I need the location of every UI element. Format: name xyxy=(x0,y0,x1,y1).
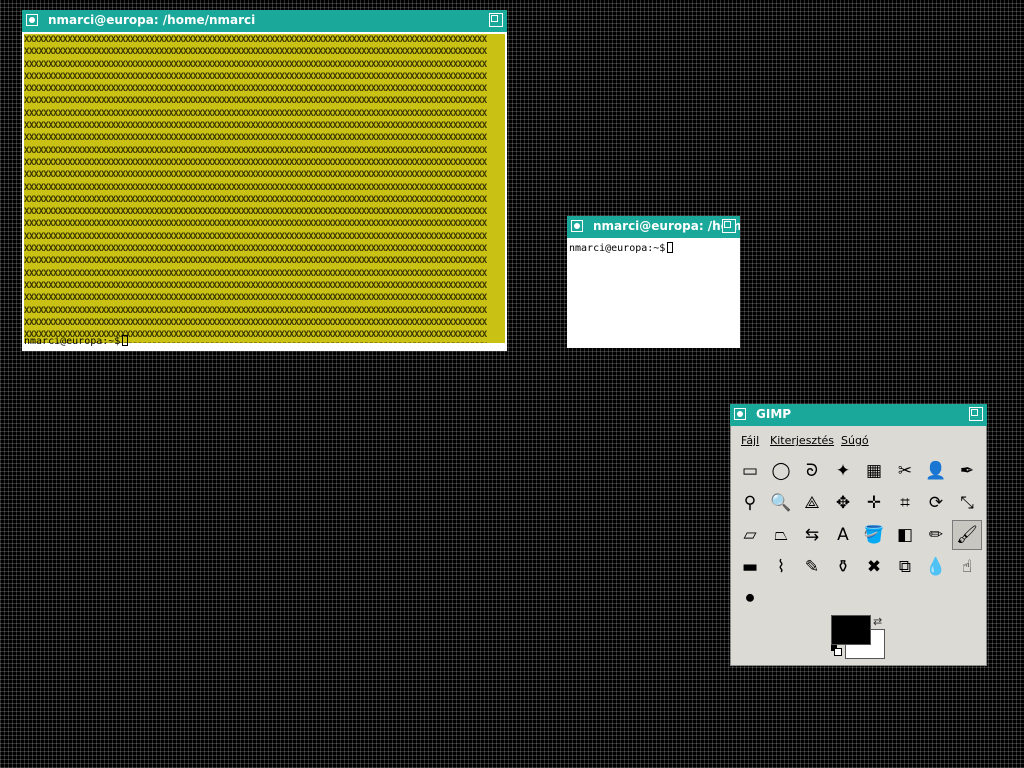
tool-button[interactable]: ✂ xyxy=(890,456,920,486)
tool-button[interactable]: 💧 xyxy=(921,552,951,582)
scissors-icon: ✂ xyxy=(897,460,913,481)
magic-wand-icon: ✦ xyxy=(835,460,851,481)
foreground-select-icon: 👤 xyxy=(925,460,947,481)
reset-colors-icon[interactable] xyxy=(831,645,842,656)
terminal-window-small[interactable]: nmarci@europa: /hom nmarci@europa:~$ xyxy=(567,216,740,348)
terminal-pattern-area: XXXXXXXXXXXXXXXXXXXXXXXXXXXXXXXXXXXXXXXX… xyxy=(24,34,505,343)
tool-button[interactable]: A xyxy=(828,520,858,550)
gradient-icon: ◧ xyxy=(896,524,914,545)
window-title: nmarci@europa: /home/nmarci xyxy=(48,13,256,27)
gimp-menubar: Fájl Kiterjesztés Súgó xyxy=(731,429,986,451)
window-menu-icon[interactable] xyxy=(26,14,38,26)
paths-icon: ✒ xyxy=(959,460,975,481)
tool-button[interactable]: ⤡ xyxy=(952,488,982,518)
flip-icon: ⇆ xyxy=(804,524,820,545)
tool-button[interactable]: 🪣 xyxy=(859,520,889,550)
tool-button[interactable]: ◯ xyxy=(766,456,796,486)
tool-button[interactable]: ⏢ xyxy=(766,520,796,550)
window-title: nmarci@europa: /hom xyxy=(593,219,740,233)
tool-button[interactable]: 🖌 xyxy=(952,520,982,550)
clone-icon: ⚱ xyxy=(835,556,851,577)
tool-button[interactable]: ▦ xyxy=(859,456,889,486)
perspective-icon: ⏢ xyxy=(774,524,788,545)
tool-button[interactable]: ⧉ xyxy=(890,552,920,582)
perspective-clone-icon: ⧉ xyxy=(898,556,912,577)
tool-button[interactable]: ✦ xyxy=(828,456,858,486)
tool-button[interactable]: ⌗ xyxy=(890,488,920,518)
dodge-burn-icon: ⚫ xyxy=(742,588,758,609)
terminal-pattern-text: XXXXXXXXXXXXXXXXXXXXXXXXXXXXXXXXXXXXXXXX… xyxy=(24,35,487,343)
scale-icon: ⤡ xyxy=(960,492,974,513)
tool-button[interactable]: ᘐ xyxy=(797,456,827,486)
smudge-icon: ☝ xyxy=(961,556,973,577)
menu-file[interactable]: Fájl xyxy=(741,434,759,447)
tool-button[interactable]: ▱ xyxy=(735,520,765,550)
terminal-small-titlebar[interactable]: nmarci@europa: /hom xyxy=(567,216,740,238)
swap-colors-icon[interactable]: ⇄ xyxy=(873,615,882,628)
window-menu-icon[interactable] xyxy=(571,220,583,232)
terminal-main-titlebar[interactable]: nmarci@europa: /home/nmarci xyxy=(22,10,507,32)
gimp-titlebar[interactable]: GIMP xyxy=(730,404,987,426)
menu-extensions[interactable]: Kiterjesztés xyxy=(770,434,834,447)
healing-icon: ✖ xyxy=(866,556,882,577)
text-cursor xyxy=(667,242,674,253)
text-cursor xyxy=(122,335,129,346)
lasso-icon: ᘐ xyxy=(806,460,818,481)
bucket-fill-icon: 🪣 xyxy=(863,524,885,545)
terminal-prompt-line[interactable]: nmarci@europa:~$ xyxy=(24,335,129,347)
terminal-window-main[interactable]: nmarci@europa: /home/nmarci XXXXXXXXXXXX… xyxy=(22,10,507,351)
pencil-icon: ✏ xyxy=(928,524,944,545)
window-title: GIMP xyxy=(756,407,792,421)
tool-button[interactable]: ✏ xyxy=(921,520,951,550)
terminal-prompt-line[interactable]: nmarci@europa:~$ xyxy=(569,242,674,254)
tool-button[interactable]: ✎ xyxy=(797,552,827,582)
tool-button[interactable]: ✛ xyxy=(859,488,889,518)
tool-button[interactable]: ✒ xyxy=(952,456,982,486)
paintbrush-icon: 🖌 xyxy=(956,524,978,545)
tool-button[interactable]: ▬ xyxy=(735,552,765,582)
foreground-color-swatch[interactable] xyxy=(831,615,871,645)
color-picker-icon: ⚲ xyxy=(743,492,757,513)
tool-button[interactable]: ⚲ xyxy=(735,488,765,518)
tool-button[interactable]: ⚱ xyxy=(828,552,858,582)
maximize-icon[interactable] xyxy=(969,407,983,421)
select-by-color-icon: ▦ xyxy=(865,460,883,481)
color-area: ⇄ xyxy=(831,615,891,665)
window-menu-icon[interactable] xyxy=(734,408,746,420)
ink-icon: ✎ xyxy=(804,556,820,577)
zoom-icon: 🔍 xyxy=(770,492,792,513)
tool-button[interactable]: ⇆ xyxy=(797,520,827,550)
tool-button[interactable]: ⟳ xyxy=(921,488,951,518)
gimp-toolbox-window[interactable]: GIMP Fájl Kiterjesztés Súgó ▭ ◯ ᘐ ✦ ▦ ✂ 👤 ✒ ⚲ 🔍 ⟁ ✥… xyxy=(730,404,987,666)
tool-button[interactable]: ☝ xyxy=(952,552,982,582)
tool-button[interactable]: ⟁ xyxy=(797,488,827,518)
tool-button[interactable]: ✖ xyxy=(859,552,889,582)
crop-icon: ⌗ xyxy=(900,492,910,513)
tool-button[interactable]: 🔍 xyxy=(766,488,796,518)
tool-button[interactable]: ⌇ xyxy=(766,552,796,582)
maximize-icon[interactable] xyxy=(722,219,736,233)
rect-select-icon: ▭ xyxy=(741,460,759,481)
measure-icon: ⟁ xyxy=(804,492,820,513)
tool-button[interactable]: ◧ xyxy=(890,520,920,550)
tool-button[interactable]: 👤 xyxy=(921,456,951,486)
tool-button[interactable]: ✥ xyxy=(828,488,858,518)
move-icon: ✥ xyxy=(835,492,851,513)
airbrush-icon: ⌇ xyxy=(776,556,786,577)
shear-icon: ▱ xyxy=(743,524,757,545)
tool-button[interactable]: ⚫ xyxy=(735,584,765,614)
rotate-icon: ⟳ xyxy=(928,492,944,513)
align-icon: ✛ xyxy=(866,492,882,513)
text-icon: A xyxy=(837,524,849,545)
eraser-icon: ▬ xyxy=(741,556,759,577)
maximize-icon[interactable] xyxy=(489,13,503,27)
terminal-prompt: nmarci@europa:~$ xyxy=(569,243,666,254)
ellipse-select-icon: ◯ xyxy=(771,460,791,481)
tool-button[interactable]: ▭ xyxy=(735,456,765,486)
terminal-prompt: nmarci@europa:~$ xyxy=(24,336,121,347)
menu-help[interactable]: Súgó xyxy=(841,434,869,447)
blur-icon: 💧 xyxy=(925,556,947,577)
